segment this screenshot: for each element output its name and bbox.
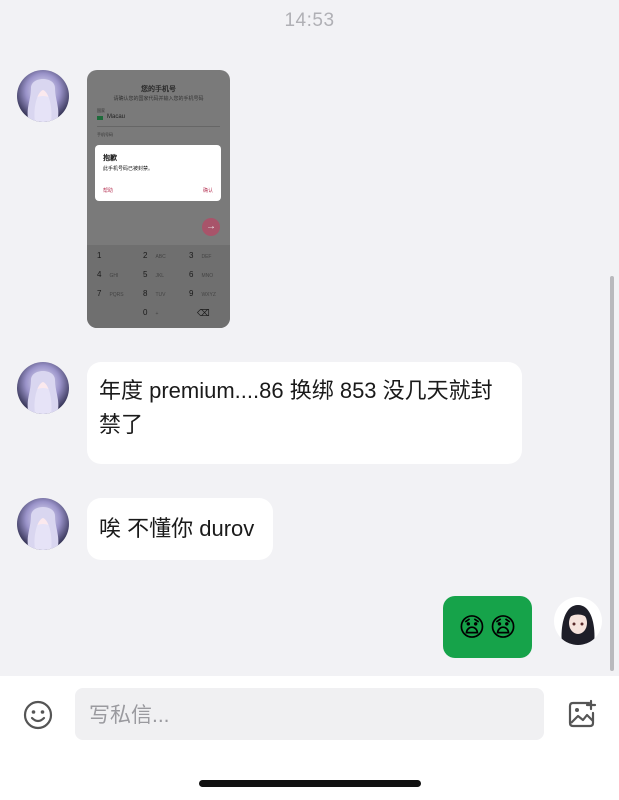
anguished-face-emoji: 😧 [489, 611, 517, 642]
key-9: 9 WXYZ [189, 289, 216, 298]
key-4: 4 GHI [97, 270, 119, 279]
image-message[interactable]: 您的手机号 请确认您的国家代码并输入您的手机号码 国家 Macau 手机号码 抱… [87, 70, 230, 328]
dialog-ok: 确认 [202, 188, 213, 194]
message-input[interactable]: 写私信... [75, 688, 544, 740]
keypad: 1 2 ABC 3 DEF 4 GHI 5 JKL 6 MNO 7 PQRS 8 TUV 9W… [87, 245, 230, 328]
sender-avatar[interactable] [17, 70, 69, 122]
key-1: 1 [97, 251, 102, 260]
key-2: 2 ABC [143, 251, 166, 260]
flag-icon [97, 116, 103, 120]
sender-avatar[interactable] [17, 362, 69, 414]
key-8: 8 TUV [143, 289, 166, 298]
message-bubble[interactable]: 年度 premium....86 换绑 853 没几天就封禁了 [87, 362, 522, 464]
my-message-bubble[interactable]: 😧 😧 [443, 596, 532, 658]
image-plus-icon[interactable] [567, 699, 597, 729]
key-0: 0 + [143, 308, 159, 317]
key-6: 6 MNO [189, 270, 214, 279]
key-7: 7 PQRS [97, 289, 124, 298]
smiley-icon[interactable] [22, 699, 54, 731]
backspace-icon: ⌫ [197, 308, 210, 318]
message-timestamp: 14:53 [284, 10, 335, 31]
key-5: 5 JKL [143, 270, 165, 279]
image-title: 您的手机号 [141, 86, 176, 93]
message-bubble[interactable]: 唉 不懂你 durov [87, 498, 273, 560]
dialog-message: 此手机号码已被封禁。 [103, 166, 154, 172]
message-input-placeholder: 写私信... [89, 704, 170, 727]
anguished-face-emoji: 😧 [458, 611, 486, 642]
next-arrow-icon: → [202, 218, 220, 236]
image-subtitle: 请确认您的国家代码并输入您的手机号码 [113, 96, 204, 102]
sender-avatar[interactable] [17, 498, 69, 550]
phone-label: 手机号码 [97, 132, 113, 137]
dialog-title: 抱歉 [103, 155, 117, 162]
error-dialog: 抱歉 此手机号码已被封禁。 帮助 确认 [95, 145, 221, 201]
home-indicator[interactable] [199, 780, 421, 787]
my-avatar[interactable] [554, 597, 602, 645]
key-3: 3 DEF [189, 251, 212, 260]
scrollbar[interactable] [610, 276, 614, 671]
country-value: Macau [107, 114, 126, 120]
dialog-help: 帮助 [103, 188, 114, 194]
country-label: 国家 [97, 108, 105, 113]
